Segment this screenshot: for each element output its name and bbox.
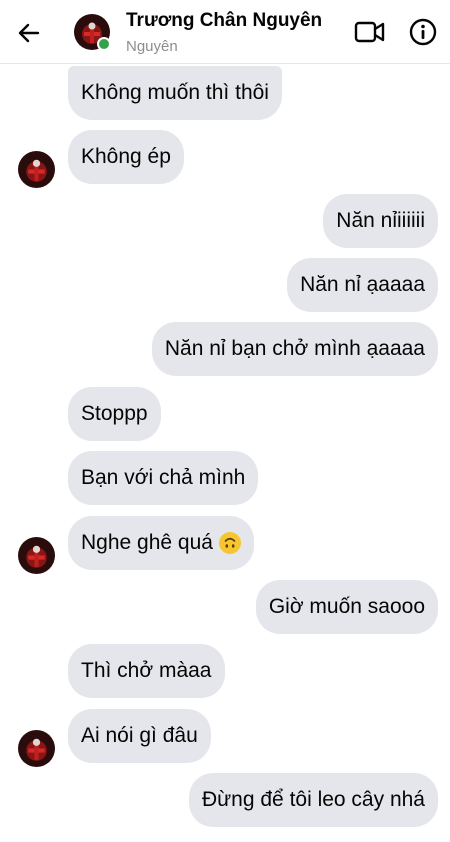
online-status-dot: [97, 37, 111, 51]
message-bubble-outgoing[interactable]: Giờ muốn saooo: [255, 580, 438, 634]
message-bubble-incoming[interactable]: Ai nói gì đâu: [68, 709, 211, 763]
message-bubble-incoming[interactable]: Nghe ghê quá: [68, 516, 254, 570]
message-bubble-incoming[interactable]: Thì chở màaa: [68, 644, 225, 698]
back-arrow-icon[interactable]: [14, 18, 44, 48]
message-bubble-incoming[interactable]: Không ép: [68, 130, 184, 184]
chat-header: Trương Chân Nguyên Nguyên: [0, 0, 450, 64]
upside-down-face-icon: [218, 532, 241, 554]
contact-name[interactable]: Trương Chân Nguyên: [126, 10, 322, 32]
message-bubble-outgoing[interactable]: Năn nỉiiiiii: [323, 194, 438, 248]
message-bubble-incoming[interactable]: Stoppp: [68, 387, 161, 441]
info-icon[interactable]: [408, 17, 438, 47]
message-bubble-outgoing[interactable]: Năn nỉ ạaaaa: [287, 258, 438, 312]
message-text: Nghe ghê quá: [81, 531, 213, 554]
message-bubble-incoming[interactable]: Không muốn thì thôi: [68, 66, 282, 120]
contact-avatar[interactable]: [18, 151, 55, 188]
contact-avatar[interactable]: [18, 537, 55, 574]
contact-avatar[interactable]: [18, 730, 55, 767]
contact-subtitle: Nguyên: [126, 38, 178, 55]
video-call-icon[interactable]: [354, 18, 386, 46]
message-bubble-incoming[interactable]: Bạn với chả mình: [68, 451, 259, 505]
message-bubble-outgoing[interactable]: Đừng để tôi leo cây nhá: [188, 773, 438, 827]
message-bubble-outgoing[interactable]: Năn nỉ bạn chở mình ạaaaa: [151, 322, 438, 376]
